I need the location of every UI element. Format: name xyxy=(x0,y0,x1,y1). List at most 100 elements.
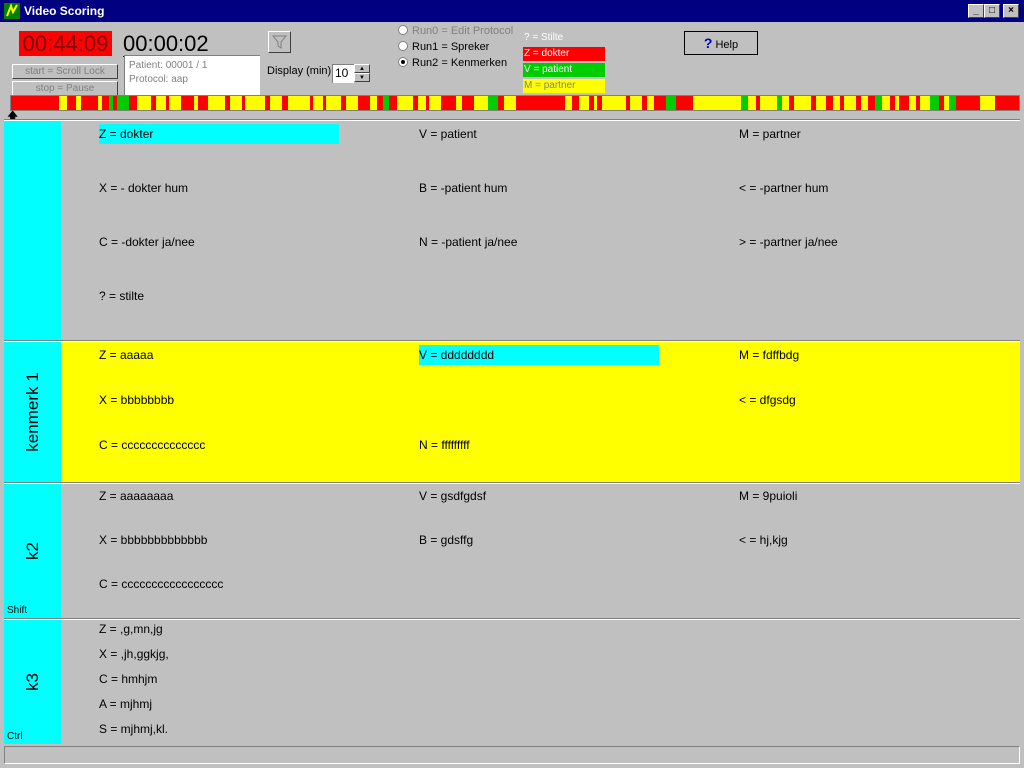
code-item[interactable]: S = mjhmj,kl. xyxy=(99,719,168,739)
panel-k2-modifier: Shift xyxy=(7,605,28,616)
timeline-segment xyxy=(692,96,742,110)
code-item[interactable]: V = gsdfgdsf xyxy=(419,486,486,506)
code-item[interactable]: N = fffffffff xyxy=(419,435,470,455)
timeline-segment xyxy=(929,96,940,110)
timeline-segment xyxy=(345,96,359,110)
code-item[interactable]: < = dfgsdg xyxy=(739,390,796,410)
code-item[interactable]: V = patient xyxy=(419,124,477,144)
close-button[interactable]: × xyxy=(1003,4,1019,18)
timeline-segment xyxy=(429,96,443,110)
legend-stilte: ? = Stilte xyxy=(523,31,605,45)
radio-run2[interactable]: Run2 = Kenmerken xyxy=(398,57,507,69)
help-label: Help xyxy=(715,39,739,51)
code-item[interactable]: M = 9puioli xyxy=(739,486,797,506)
display-minutes-label: Display (min) xyxy=(267,65,332,77)
panel-k2: k2 Shift Z = aaaaaaaa V = gsdfgdsf M = 9pu… xyxy=(4,484,1020,618)
title-bar: Video Scoring _ □ × xyxy=(0,0,1024,22)
timeline-segment xyxy=(198,96,209,110)
timeline-segment xyxy=(169,96,183,110)
radio-run0[interactable]: Run0 = Edit Protocol xyxy=(398,25,513,37)
timeline-segment xyxy=(81,96,99,110)
app-icon xyxy=(4,3,20,19)
window-title: Video Scoring xyxy=(24,4,105,18)
code-item[interactable]: Z = dokter xyxy=(99,124,339,144)
stop-button[interactable]: stop = Pause xyxy=(12,81,118,96)
code-item[interactable]: M = partner xyxy=(739,124,801,144)
code-item[interactable]: X = - dokter hum xyxy=(99,178,188,198)
code-item[interactable]: B = gdsffg xyxy=(419,530,473,550)
timeline-segment xyxy=(653,96,667,110)
panel-speaker-sidebar[interactable] xyxy=(4,121,61,341)
timeline-segment xyxy=(760,96,778,110)
timeline-segment xyxy=(326,96,342,110)
status-bar xyxy=(4,746,1020,764)
code-item[interactable]: X = bbbbbbbbbbbbb xyxy=(99,530,207,550)
code-item[interactable]: Z = aaaaaaaa xyxy=(99,486,173,506)
filter-button[interactable] xyxy=(268,31,291,53)
code-item[interactable]: > = -partner ja/nee xyxy=(739,232,838,252)
panel-k3-modifier: Ctrl xyxy=(7,731,23,742)
start-button[interactable]: start = Scroll Lock xyxy=(12,64,118,79)
panel-k2-sidebar[interactable]: k2 Shift xyxy=(4,484,61,618)
legend-dokter: Z = dokter xyxy=(523,47,605,61)
code-item[interactable]: X = bbbbbbbb xyxy=(99,390,174,410)
minimize-button[interactable]: _ xyxy=(968,4,984,18)
timeline-segment xyxy=(919,96,930,110)
timeline-segment xyxy=(181,96,195,110)
protocol-label: Protocol: aap xyxy=(129,74,188,85)
panel-kenmerk1-title: kenmerk 1 xyxy=(22,372,42,452)
question-mark-icon: ? xyxy=(703,35,713,51)
timeline-segment xyxy=(488,96,499,110)
elapsed-time-display: 00:44:09 xyxy=(19,31,112,56)
scoring-timeline[interactable] xyxy=(10,95,1020,111)
timeline-segment xyxy=(357,96,371,110)
timeline-segment xyxy=(269,96,283,110)
timeline-segment xyxy=(11,96,60,110)
funnel-icon xyxy=(271,35,288,49)
timeline-segment xyxy=(843,96,857,110)
panel-k3-sidebar[interactable]: k3 Ctrl xyxy=(4,620,61,744)
timeline-segment xyxy=(666,96,677,110)
code-item[interactable]: Z = ,g,mn,jg xyxy=(99,619,163,639)
display-minutes-spinner[interactable]: ▲ ▼ xyxy=(354,64,370,83)
timeline-segment xyxy=(66,96,77,110)
radio-run0-dot xyxy=(398,25,408,35)
maximize-button[interactable]: □ xyxy=(984,4,1000,18)
code-item[interactable]: < = hj,kjg xyxy=(739,530,788,550)
code-item[interactable]: A = mjhmj xyxy=(99,694,152,714)
timeline-segment xyxy=(245,96,266,110)
radio-run1[interactable]: Run1 = Spreker xyxy=(398,41,489,53)
spin-down-icon[interactable]: ▼ xyxy=(354,73,370,82)
code-item[interactable]: X = ,jh,ggkjg, xyxy=(99,644,169,664)
timeline-segment xyxy=(396,96,414,110)
spin-up-icon[interactable]: ▲ xyxy=(354,64,370,73)
timeline-segment xyxy=(629,96,643,110)
timeline-segment xyxy=(117,96,131,110)
code-item[interactable]: Z = aaaaa xyxy=(99,345,153,365)
patient-info-box: Patient: 00001 / 1 Protocol: aap xyxy=(124,55,260,95)
code-item[interactable]: ? = stilte xyxy=(99,286,144,306)
code-item[interactable]: N = -patient ja/nee xyxy=(419,232,517,252)
timeline-segment xyxy=(602,96,628,110)
help-button[interactable]: ? Help xyxy=(684,31,758,55)
patient-label: Patient: 00001 / 1 xyxy=(129,60,208,71)
timeline-segment xyxy=(136,96,152,110)
code-item[interactable]: C = -dokter ja/nee xyxy=(99,232,195,252)
timeline-segment xyxy=(208,96,225,110)
panel-k3: k3 Ctrl Z = ,g,mn,jg X = ,jh,ggkjg, C = hm… xyxy=(4,620,1020,744)
code-item[interactable]: < = -partner hum xyxy=(739,178,828,198)
timeline-segment xyxy=(899,96,910,110)
current-time-display: 00:00:02 xyxy=(123,31,258,57)
radio-run2-dot xyxy=(398,57,408,67)
code-item[interactable]: C = cccccccccccccc xyxy=(99,435,205,455)
timeline-segment xyxy=(675,96,693,110)
code-item[interactable]: V = dddddddd xyxy=(419,345,659,365)
code-item[interactable]: B = -patient hum xyxy=(419,178,507,198)
radio-run2-label: Run2 = Kenmerken xyxy=(412,57,508,69)
display-minutes-input[interactable]: 10 xyxy=(332,64,354,83)
code-item[interactable]: C = hmhjm xyxy=(99,669,157,689)
code-item[interactable]: M = fdffbdg xyxy=(739,345,799,365)
timeline-segment xyxy=(516,96,566,110)
panel-kenmerk1-sidebar[interactable]: kenmerk 1 xyxy=(4,342,61,482)
code-item[interactable]: C = ccccccccccccccccc xyxy=(99,574,223,594)
